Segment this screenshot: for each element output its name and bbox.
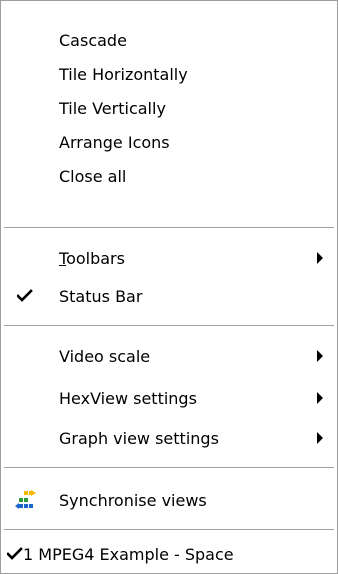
menu-separator (4, 325, 334, 327)
submenu-arrow-icon (317, 350, 323, 362)
menu-item-label: Synchronise views (59, 490, 207, 510)
menu-item-synchronise-views[interactable]: Synchronise views (1, 483, 337, 517)
menu-item-tile-vertically[interactable]: Tile Vertically (1, 91, 337, 125)
menu-item-cascade[interactable]: Cascade (1, 23, 337, 57)
menu-item-label: Video scale (59, 346, 151, 366)
menu-item-label: Tile Horizontally (59, 64, 188, 84)
menu-item-close-all[interactable]: Close all (1, 159, 337, 193)
menu-item-label-rest: oolbars (66, 248, 125, 268)
menu-item-label: Graph view settings (59, 428, 219, 448)
menu-separator (4, 529, 334, 531)
menu-item-label: Tile Vertically (59, 98, 166, 118)
menu-item-label: Status Bar (59, 286, 143, 306)
synchronise-icon (15, 490, 36, 509)
menu-item-label: Cascade (59, 30, 127, 50)
menu-item-toolbars[interactable]: Toolbars (1, 241, 337, 275)
submenu-arrow-icon (317, 432, 323, 444)
menu-item-open-window-1[interactable]: 1 MPEG4 Example - Space (1, 537, 337, 571)
window-menu: Cascade Tile Horizontally Tile Verticall… (0, 0, 338, 574)
menu-item-video-scale[interactable]: Video scale (1, 339, 337, 373)
menu-item-graph-view-settings[interactable]: Graph view settings (1, 421, 337, 455)
menu-item-hexview-settings[interactable]: HexView settings (1, 381, 337, 415)
menu-item-status-bar[interactable]: Status Bar (1, 279, 337, 313)
menu-item-arrange-icons[interactable]: Arrange Icons (1, 125, 337, 159)
submenu-arrow-icon (317, 252, 323, 264)
checkmark-icon (17, 289, 33, 302)
menu-separator (4, 467, 334, 469)
menu-separator (4, 227, 334, 229)
mnemonic-letter: T (59, 248, 67, 268)
checkmark-icon (7, 547, 23, 560)
menu-item-label: HexView settings (59, 388, 197, 408)
menu-item-label: Arrange Icons (59, 132, 170, 152)
menu-item-label: 1 MPEG4 Example - Space (23, 544, 234, 564)
menu-item-label: Close all (59, 166, 127, 186)
submenu-arrow-icon (317, 392, 323, 404)
menu-item-tile-horizontally[interactable]: Tile Horizontally (1, 57, 337, 91)
menu-item-label: Toolbars (59, 249, 125, 268)
